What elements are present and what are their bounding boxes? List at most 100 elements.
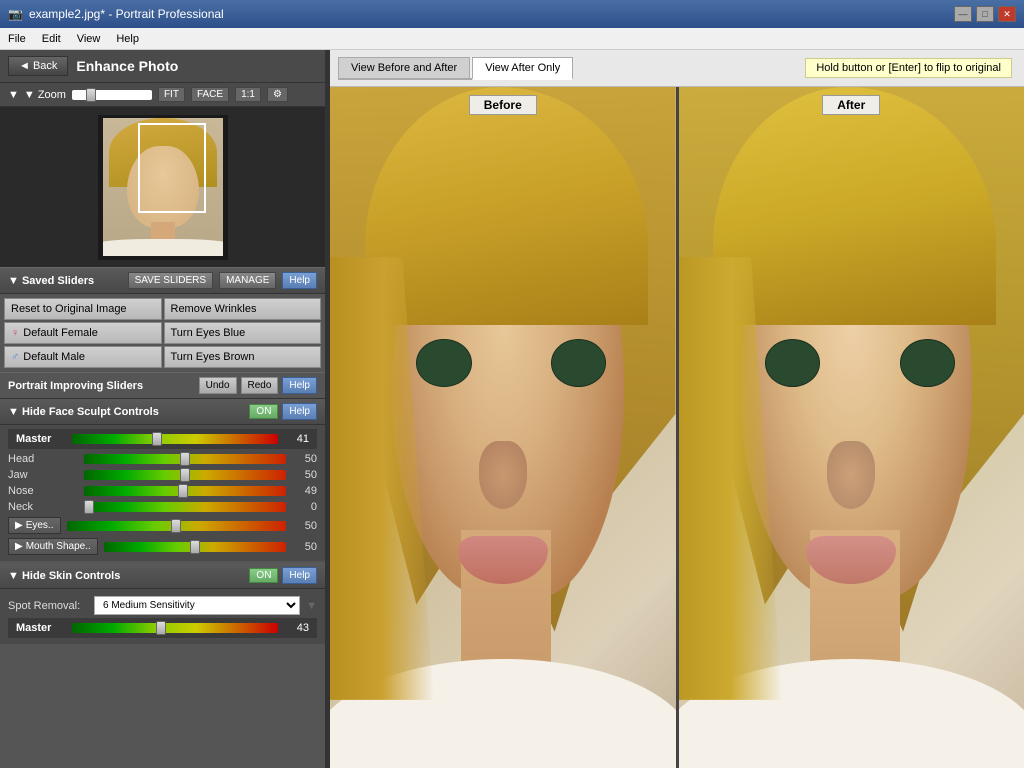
nose-slider[interactable] — [84, 486, 286, 496]
nose-label: Nose — [8, 485, 78, 497]
dropdown-arrow-icon: ▼ — [306, 600, 317, 612]
before-right-eye — [551, 339, 606, 387]
preset-buttons-grid: Reset to Original Image Remove Wrinkles … — [0, 294, 325, 372]
eyes-expand-button[interactable]: ▶ Eyes.. — [8, 517, 61, 534]
neck-slider[interactable] — [84, 502, 286, 512]
face-sculpt-sliders: Master 41 Head 50 Jaw 50 — [0, 425, 325, 561]
jaw-label: Jaw — [8, 469, 78, 481]
zoom-slider[interactable] — [72, 90, 152, 100]
master-slider[interactable] — [72, 434, 278, 444]
before-photo — [330, 87, 676, 768]
face-sculpt-header[interactable]: ▼ Hide Face Sculpt Controls ON Help — [0, 399, 325, 425]
spot-removal-row: Spot Removal: 1 Low Sensitivity 3 Low-Me… — [8, 593, 317, 618]
menu-bar: File Edit View Help — [0, 28, 1024, 50]
face-button[interactable]: FACE — [191, 87, 229, 102]
eyes-value: 50 — [292, 520, 317, 532]
portrait-sliders-header: Portrait Improving Sliders Undo Redo Hel… — [0, 372, 325, 399]
skin-controls-help-button[interactable]: Help — [282, 567, 317, 584]
save-sliders-button[interactable]: SAVE SLIDERS — [128, 272, 214, 289]
menu-file[interactable]: File — [0, 31, 34, 47]
face-sculpt-section: ▼ Hide Face Sculpt Controls ON Help Mast… — [0, 399, 325, 561]
portrait-sliders-title: Portrait Improving Sliders — [8, 380, 195, 392]
panel-header: ◄ Back Enhance Photo — [0, 50, 325, 83]
after-right-eye — [900, 339, 955, 387]
right-top-bar: View Before and After View After Only Ho… — [330, 50, 1024, 87]
mouth-expand-button[interactable]: ▶ Mouth Shape.. — [8, 538, 98, 555]
thumbnail-area — [0, 107, 325, 267]
skin-controls-header[interactable]: ▼ Hide Skin Controls ON Help — [0, 563, 325, 589]
jaw-slider-row: Jaw 50 — [8, 467, 317, 483]
thumbnail — [98, 115, 228, 260]
mouth-expand-triangle-icon: ▶ — [15, 541, 23, 552]
fit-button[interactable]: FIT — [158, 87, 185, 102]
male-icon: ♂ — [11, 351, 19, 363]
redo-button[interactable]: Redo — [241, 377, 279, 394]
tab-after-only[interactable]: View After Only — [472, 57, 573, 80]
default-male-button[interactable]: ♂ Default Male — [4, 346, 162, 368]
before-label: Before — [469, 95, 537, 115]
after-left-eye — [765, 339, 820, 387]
skin-controls-section: ▼ Hide Skin Controls ON Help Spot Remova… — [0, 563, 325, 644]
mouth-expand-row: ▶ Mouth Shape.. 50 — [8, 536, 317, 557]
skin-controls-title: ▼ Hide Skin Controls — [8, 570, 245, 582]
after-column: After — [676, 87, 1024, 768]
face-sculpt-help-button[interactable]: Help — [282, 403, 317, 420]
mouth-slider[interactable] — [104, 542, 286, 552]
saved-sliders-header: ▼ Saved Sliders SAVE SLIDERS MANAGE Help — [0, 267, 325, 294]
face-sculpt-on-button[interactable]: ON — [249, 404, 278, 419]
reset-button[interactable]: Reset to Original Image — [4, 298, 162, 320]
head-slider-row: Head 50 — [8, 451, 317, 467]
flip-hint: Hold button or [Enter] to flip to origin… — [805, 58, 1012, 78]
eyes-expand-row: ▶ Eyes.. 50 — [8, 515, 317, 536]
skin-controls-on-button[interactable]: ON — [249, 568, 278, 583]
head-slider[interactable] — [84, 454, 286, 464]
menu-view[interactable]: View — [69, 31, 109, 47]
jaw-slider[interactable] — [84, 470, 286, 480]
spot-removal-label: Spot Removal: — [8, 600, 88, 612]
remove-wrinkles-button[interactable]: Remove Wrinkles — [164, 298, 322, 320]
female-icon: ♀ — [11, 327, 19, 339]
nose-value: 49 — [292, 485, 317, 497]
default-female-button[interactable]: ♀ Default Female — [4, 322, 162, 344]
skin-controls-sliders: Spot Removal: 1 Low Sensitivity 3 Low-Me… — [0, 589, 325, 644]
undo-button[interactable]: Undo — [199, 377, 237, 394]
head-value: 50 — [292, 453, 317, 465]
menu-help[interactable]: Help — [108, 31, 147, 47]
close-button[interactable]: ✕ — [998, 6, 1016, 22]
turn-eyes-blue-button[interactable]: Turn Eyes Blue — [164, 322, 322, 344]
back-button[interactable]: ◄ Back — [8, 56, 68, 76]
zoom-label: ▼ ▼ Zoom — [8, 89, 66, 101]
left-panel: ◄ Back Enhance Photo ▼ ▼ Zoom FIT FACE 1… — [0, 50, 325, 768]
nose-slider-row: Nose 49 — [8, 483, 317, 499]
minimize-button[interactable]: — — [954, 6, 972, 22]
spot-removal-select[interactable]: 1 Low Sensitivity 3 Low-Medium Sensitivi… — [94, 596, 300, 615]
slider-content: ▼ Saved Sliders SAVE SLIDERS MANAGE Help… — [0, 267, 325, 768]
turn-eyes-brown-button[interactable]: Turn Eyes Brown — [164, 346, 322, 368]
right-panel: View Before and After View After Only Ho… — [330, 50, 1024, 768]
after-label: After — [822, 95, 880, 115]
head-label: Head — [8, 453, 78, 465]
after-photo — [679, 87, 1024, 768]
mouth-value: 50 — [292, 541, 317, 553]
menu-edit[interactable]: Edit — [34, 31, 69, 47]
maximize-button[interactable]: □ — [976, 6, 994, 22]
app-icon: 📷 — [8, 7, 23, 21]
master-label: Master — [16, 433, 66, 445]
portrait-sliders-help-button[interactable]: Help — [282, 377, 317, 394]
one-to-one-button[interactable]: 1:1 — [235, 87, 261, 102]
neck-slider-row: Neck 0 — [8, 499, 317, 515]
master-slider-row: Master 41 — [8, 429, 317, 449]
skin-master-slider[interactable] — [72, 623, 278, 633]
manage-button[interactable]: MANAGE — [219, 272, 276, 289]
images-wrapper: Before — [330, 87, 1024, 768]
eyes-slider[interactable] — [67, 521, 287, 531]
zoom-settings-button[interactable]: ⚙ — [267, 87, 288, 102]
skin-master-slider-row: Master 43 — [8, 618, 317, 638]
main-layout: ◄ Back Enhance Photo ▼ ▼ Zoom FIT FACE 1… — [0, 50, 1024, 768]
saved-sliders-help-button[interactable]: Help — [282, 272, 317, 289]
zoom-triangle-icon: ▼ — [8, 89, 19, 101]
tab-before-after[interactable]: View Before and After — [338, 57, 470, 78]
face-sculpt-title: ▼ Hide Face Sculpt Controls — [8, 406, 245, 418]
view-tabs: View Before and After View After Only — [338, 57, 573, 80]
window-title: example2.jpg* - Portrait Professional — [29, 7, 224, 21]
